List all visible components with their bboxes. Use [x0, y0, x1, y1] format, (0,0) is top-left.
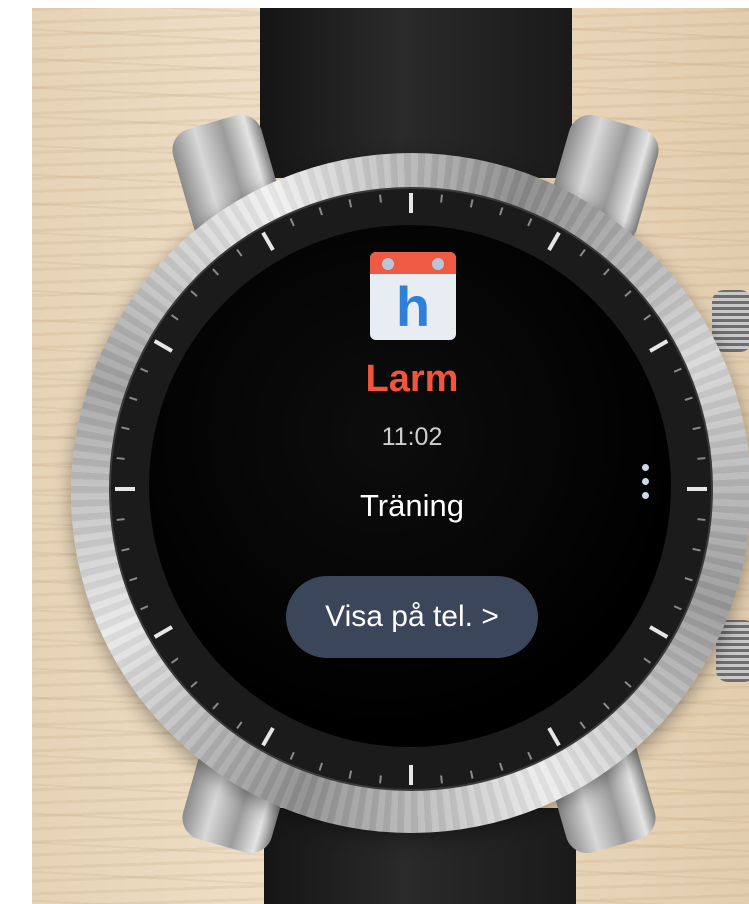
minute-tick [116, 457, 125, 460]
minute-tick [318, 207, 323, 216]
hour-tick [547, 727, 561, 747]
minute-tick [527, 218, 533, 227]
hour-tick [649, 625, 669, 639]
minute-tick [121, 547, 130, 552]
watch-photo: h Larm 11:02 Träning Visa på tel. > [32, 8, 749, 904]
show-on-phone-button[interactable]: Visa på tel. > [286, 576, 538, 658]
minute-tick [190, 290, 198, 298]
minute-tick [469, 770, 474, 779]
minute-tick [140, 605, 149, 611]
minute-tick [236, 248, 243, 257]
hour-tick [261, 727, 275, 747]
minute-tick [673, 367, 682, 373]
minute-tick [289, 751, 295, 760]
minute-tick [236, 721, 243, 730]
minute-tick [697, 518, 706, 521]
show-on-phone-label: Visa på tel. [325, 600, 473, 633]
hour-tick [547, 231, 561, 251]
minute-tick [318, 762, 323, 771]
minute-tick [684, 577, 693, 582]
minute-tick [579, 721, 586, 730]
minute-tick [116, 518, 125, 521]
minute-tick [212, 268, 220, 276]
minute-tick [440, 194, 443, 203]
minute-tick [129, 577, 138, 582]
minute-tick [692, 426, 701, 431]
hour-tick [649, 339, 669, 353]
chevron-right-icon: > [481, 600, 499, 633]
event-name: Träning [360, 488, 464, 523]
minute-tick [673, 605, 682, 611]
minute-tick [527, 751, 533, 760]
app-icon-letter: h [395, 275, 431, 338]
minute-tick [190, 680, 198, 688]
calendar-icon: h [370, 252, 456, 340]
minute-tick [129, 396, 138, 401]
minute-tick [499, 762, 504, 771]
minute-tick [684, 396, 693, 401]
minute-tick [440, 775, 443, 784]
hour-tick [261, 231, 275, 251]
minute-tick [624, 290, 632, 298]
minute-tick [121, 426, 130, 431]
minute-tick [692, 547, 701, 552]
minute-tick [170, 657, 179, 664]
minute-tick [602, 702, 610, 710]
minute-tick [140, 367, 149, 373]
notification-time: 11:02 [381, 423, 443, 451]
minute-tick [212, 702, 220, 710]
minute-tick [170, 314, 179, 321]
minute-tick [379, 194, 382, 203]
minute-tick [379, 775, 382, 784]
minute-tick [469, 199, 474, 208]
minute-tick [624, 680, 632, 688]
more-options-icon[interactable] [638, 464, 652, 508]
minute-tick [579, 248, 586, 257]
minute-tick [697, 457, 706, 460]
notification-title: Larm [365, 358, 459, 400]
minute-tick [499, 207, 504, 216]
minute-tick [602, 268, 610, 276]
hour-tick [153, 339, 173, 353]
minute-tick [643, 657, 652, 664]
hour-tick [153, 625, 173, 639]
minute-tick [643, 314, 652, 321]
minute-tick [289, 218, 295, 227]
back-button[interactable] [712, 290, 749, 352]
minute-tick [348, 199, 353, 208]
minute-tick [348, 770, 353, 779]
